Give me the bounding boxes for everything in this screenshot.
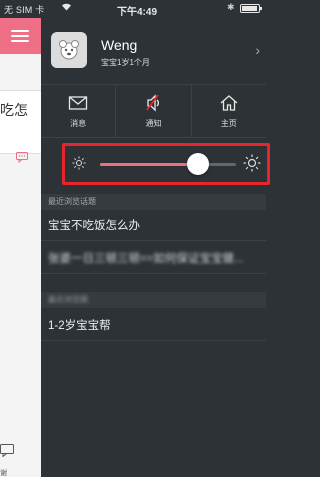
envelope-icon bbox=[69, 95, 88, 110]
home-icon bbox=[220, 94, 238, 111]
notifications-label: 通知 bbox=[145, 118, 162, 128]
wifi-icon bbox=[61, 2, 72, 13]
recent-topics-header: 最近浏览话题 bbox=[41, 194, 266, 210]
battery-icon bbox=[240, 4, 262, 13]
brightness-slider[interactable] bbox=[100, 163, 236, 166]
recent-topic-text: 张婆一日三顿三顿==如何保证宝宝健... bbox=[48, 253, 244, 265]
side-drawer: Weng 宝宝1岁1个月 › 消息 通知 主页 最近浏览话题 宝宝不吃饭怎么办 … bbox=[41, 18, 270, 477]
messages-button[interactable]: 消息 bbox=[41, 85, 115, 137]
chat-bubble-icon[interactable] bbox=[16, 152, 28, 166]
messages-label: 消息 bbox=[70, 118, 87, 128]
chat-icon[interactable] bbox=[0, 444, 14, 460]
recent-group-item[interactable]: 1-2岁宝宝帮 bbox=[41, 311, 266, 341]
recent-groups-header: 最近浏览圈 bbox=[41, 292, 266, 308]
profile-name: Weng bbox=[101, 37, 138, 53]
recent-groups-header-text: 最近浏览圈 bbox=[48, 295, 88, 304]
brightness-slider-thumb[interactable] bbox=[186, 153, 209, 175]
status-bar: 无 SIM 卡 下午4:49 ✱ bbox=[0, 0, 266, 18]
baby-avatar-icon bbox=[59, 40, 79, 60]
profile-header[interactable]: Weng 宝宝1岁1个月 › bbox=[41, 18, 266, 78]
menu-icon[interactable] bbox=[11, 30, 29, 43]
background-app-header bbox=[0, 18, 41, 54]
home-button[interactable]: 主页 bbox=[190, 85, 266, 137]
brightness-control bbox=[62, 143, 270, 185]
tab-label: 谢 bbox=[0, 470, 7, 477]
notifications-button[interactable]: 通知 bbox=[115, 85, 190, 137]
recent-topic-item[interactable]: 宝宝不吃饭怎么办 bbox=[41, 211, 266, 241]
bluetooth-icon: ✱ bbox=[227, 2, 235, 12]
quick-actions: 消息 通知 主页 bbox=[41, 84, 266, 138]
clock: 下午4:49 bbox=[117, 7, 158, 18]
background-card-text: 吃怎 bbox=[0, 102, 28, 118]
background-app: 吃怎 谢 bbox=[0, 18, 41, 477]
carrier-label: 无 SIM 卡 bbox=[4, 5, 45, 15]
recent-topic-item[interactable]: 张婆一日三顿三顿==如何保证宝宝健... bbox=[41, 244, 266, 274]
brightness-slider-fill bbox=[100, 163, 198, 166]
avatar[interactable] bbox=[51, 32, 87, 68]
speaker-muted-icon bbox=[146, 93, 160, 112]
profile-subtitle: 宝宝1岁1个月 bbox=[101, 58, 150, 67]
brightness-high-icon bbox=[243, 154, 261, 172]
chevron-right-icon[interactable]: › bbox=[255, 42, 260, 58]
brightness-low-icon bbox=[72, 156, 86, 170]
home-label: 主页 bbox=[220, 118, 237, 128]
battery-fill bbox=[242, 6, 258, 11]
